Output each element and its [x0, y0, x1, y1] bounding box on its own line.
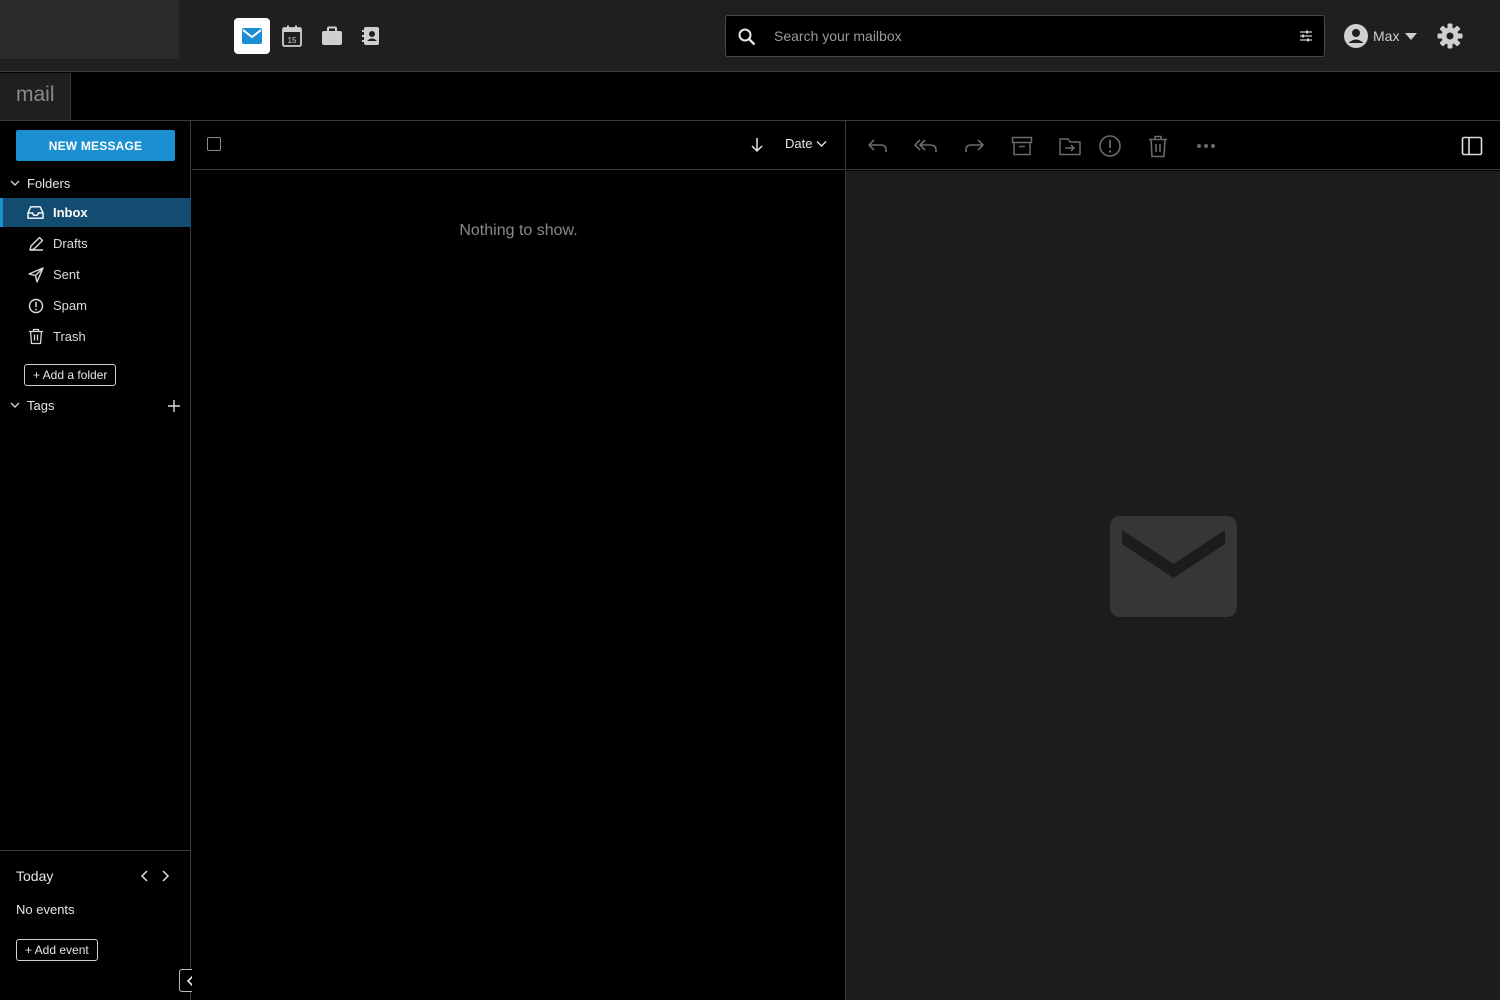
- reading-pane: [845, 171, 1500, 1000]
- agenda-today-label: Today: [16, 868, 54, 884]
- report-spam-button[interactable]: [1097, 133, 1123, 159]
- trash-icon: [27, 328, 44, 345]
- calendar-day: 15: [288, 36, 297, 45]
- more-icon: [1197, 144, 1215, 148]
- tags-label: Tags: [27, 397, 55, 413]
- reply-all-icon: [914, 139, 937, 152]
- sidebar-item-label: Inbox: [53, 205, 88, 220]
- sidebar-item-label: Spam: [53, 298, 87, 313]
- spam-icon: [1099, 135, 1121, 157]
- add-tag-icon[interactable]: [167, 399, 181, 413]
- trash-icon: [1149, 135, 1167, 157]
- move-button[interactable]: [1057, 133, 1083, 159]
- calendar-app-button[interactable]: 15: [274, 18, 310, 54]
- app-title-bar: mail: [0, 73, 1500, 121]
- forward-icon: [965, 139, 984, 152]
- caret-down-icon: [1405, 33, 1418, 40]
- logo-area: [0, 0, 179, 59]
- user-name: Max: [1373, 28, 1400, 44]
- calendar-icon: 15: [282, 25, 302, 47]
- search-icon[interactable]: [737, 27, 757, 47]
- user-menu[interactable]: Max: [1344, 23, 1418, 49]
- layout-toggle-button[interactable]: [1459, 133, 1485, 159]
- contacts-app-button[interactable]: [353, 18, 389, 54]
- delete-button[interactable]: [1145, 133, 1171, 159]
- sort-field-dropdown[interactable]: Date: [785, 136, 827, 151]
- more-actions-button[interactable]: [1193, 133, 1219, 159]
- empty-list-text: Nothing to show.: [459, 222, 578, 239]
- pencil-icon: [27, 235, 44, 252]
- top-bar: 15 Max: [0, 0, 1500, 72]
- app-title: mail: [0, 73, 71, 120]
- reply-icon: [868, 139, 887, 152]
- reading-pane-toolbar: [845, 121, 1500, 170]
- briefcase-icon: [322, 26, 342, 45]
- sidebar-item-trash[interactable]: Trash: [0, 322, 191, 351]
- sort-field-label: Date: [785, 136, 813, 151]
- sidebar-item-label: Sent: [53, 267, 80, 282]
- sidebar-item-label: Trash: [53, 329, 86, 344]
- sidebar-item-sent[interactable]: Sent: [0, 260, 191, 289]
- send-icon: [27, 266, 44, 283]
- folders-label: Folders: [27, 175, 71, 191]
- message-list: Nothing to show.: [192, 171, 845, 1000]
- message-list-toolbar: Date: [192, 121, 845, 170]
- envelope-icon: [1110, 516, 1237, 617]
- add-event-button[interactable]: + Add event: [16, 939, 98, 961]
- inbox-icon: [27, 204, 44, 221]
- mail-app-button[interactable]: [234, 18, 270, 54]
- archive-button[interactable]: [1009, 133, 1035, 159]
- contacts-icon: [362, 27, 379, 45]
- agenda-empty-text: No events: [16, 902, 75, 917]
- gear-icon[interactable]: [1436, 22, 1464, 50]
- sidebar-item-drafts[interactable]: Drafts: [0, 229, 191, 258]
- mail-icon: [242, 28, 262, 44]
- sidebar-item-spam[interactable]: Spam: [0, 291, 191, 320]
- forward-button[interactable]: [961, 133, 987, 159]
- agenda-widget: Today No events + Add event: [0, 850, 191, 1000]
- reply-all-button[interactable]: [913, 133, 939, 159]
- chevron-left-icon[interactable]: [139, 869, 151, 883]
- search-input[interactable]: [774, 24, 1274, 48]
- search-bar: [725, 15, 1325, 57]
- new-message-button[interactable]: NEW MESSAGE: [16, 130, 175, 161]
- archive-icon: [1011, 136, 1033, 156]
- move-icon: [1059, 138, 1081, 156]
- sidebar-item-label: Drafts: [53, 236, 88, 251]
- arrow-down-icon[interactable]: [750, 137, 764, 153]
- briefcase-app-button[interactable]: [314, 18, 350, 54]
- spam-icon: [27, 297, 44, 314]
- layout-toggle-icon: [1461, 136, 1483, 156]
- select-all-checkbox[interactable]: [207, 137, 221, 151]
- folders-section-toggle[interactable]: Folders: [0, 172, 191, 194]
- sidebar-item-inbox[interactable]: Inbox: [0, 198, 191, 227]
- sidebar: NEW MESSAGE Folders Inbox Drafts Sent Sp…: [0, 121, 191, 1000]
- avatar-icon: [1344, 24, 1368, 48]
- reply-button[interactable]: [865, 133, 891, 159]
- chevron-down-icon: [10, 402, 20, 408]
- chevron-right-icon[interactable]: [159, 869, 171, 883]
- chevron-down-icon: [10, 180, 20, 186]
- chevron-down-icon: [816, 140, 827, 147]
- add-folder-button[interactable]: + Add a folder: [24, 364, 117, 386]
- tags-section-toggle[interactable]: Tags: [0, 394, 150, 416]
- search-filter-icon[interactable]: [1299, 29, 1313, 43]
